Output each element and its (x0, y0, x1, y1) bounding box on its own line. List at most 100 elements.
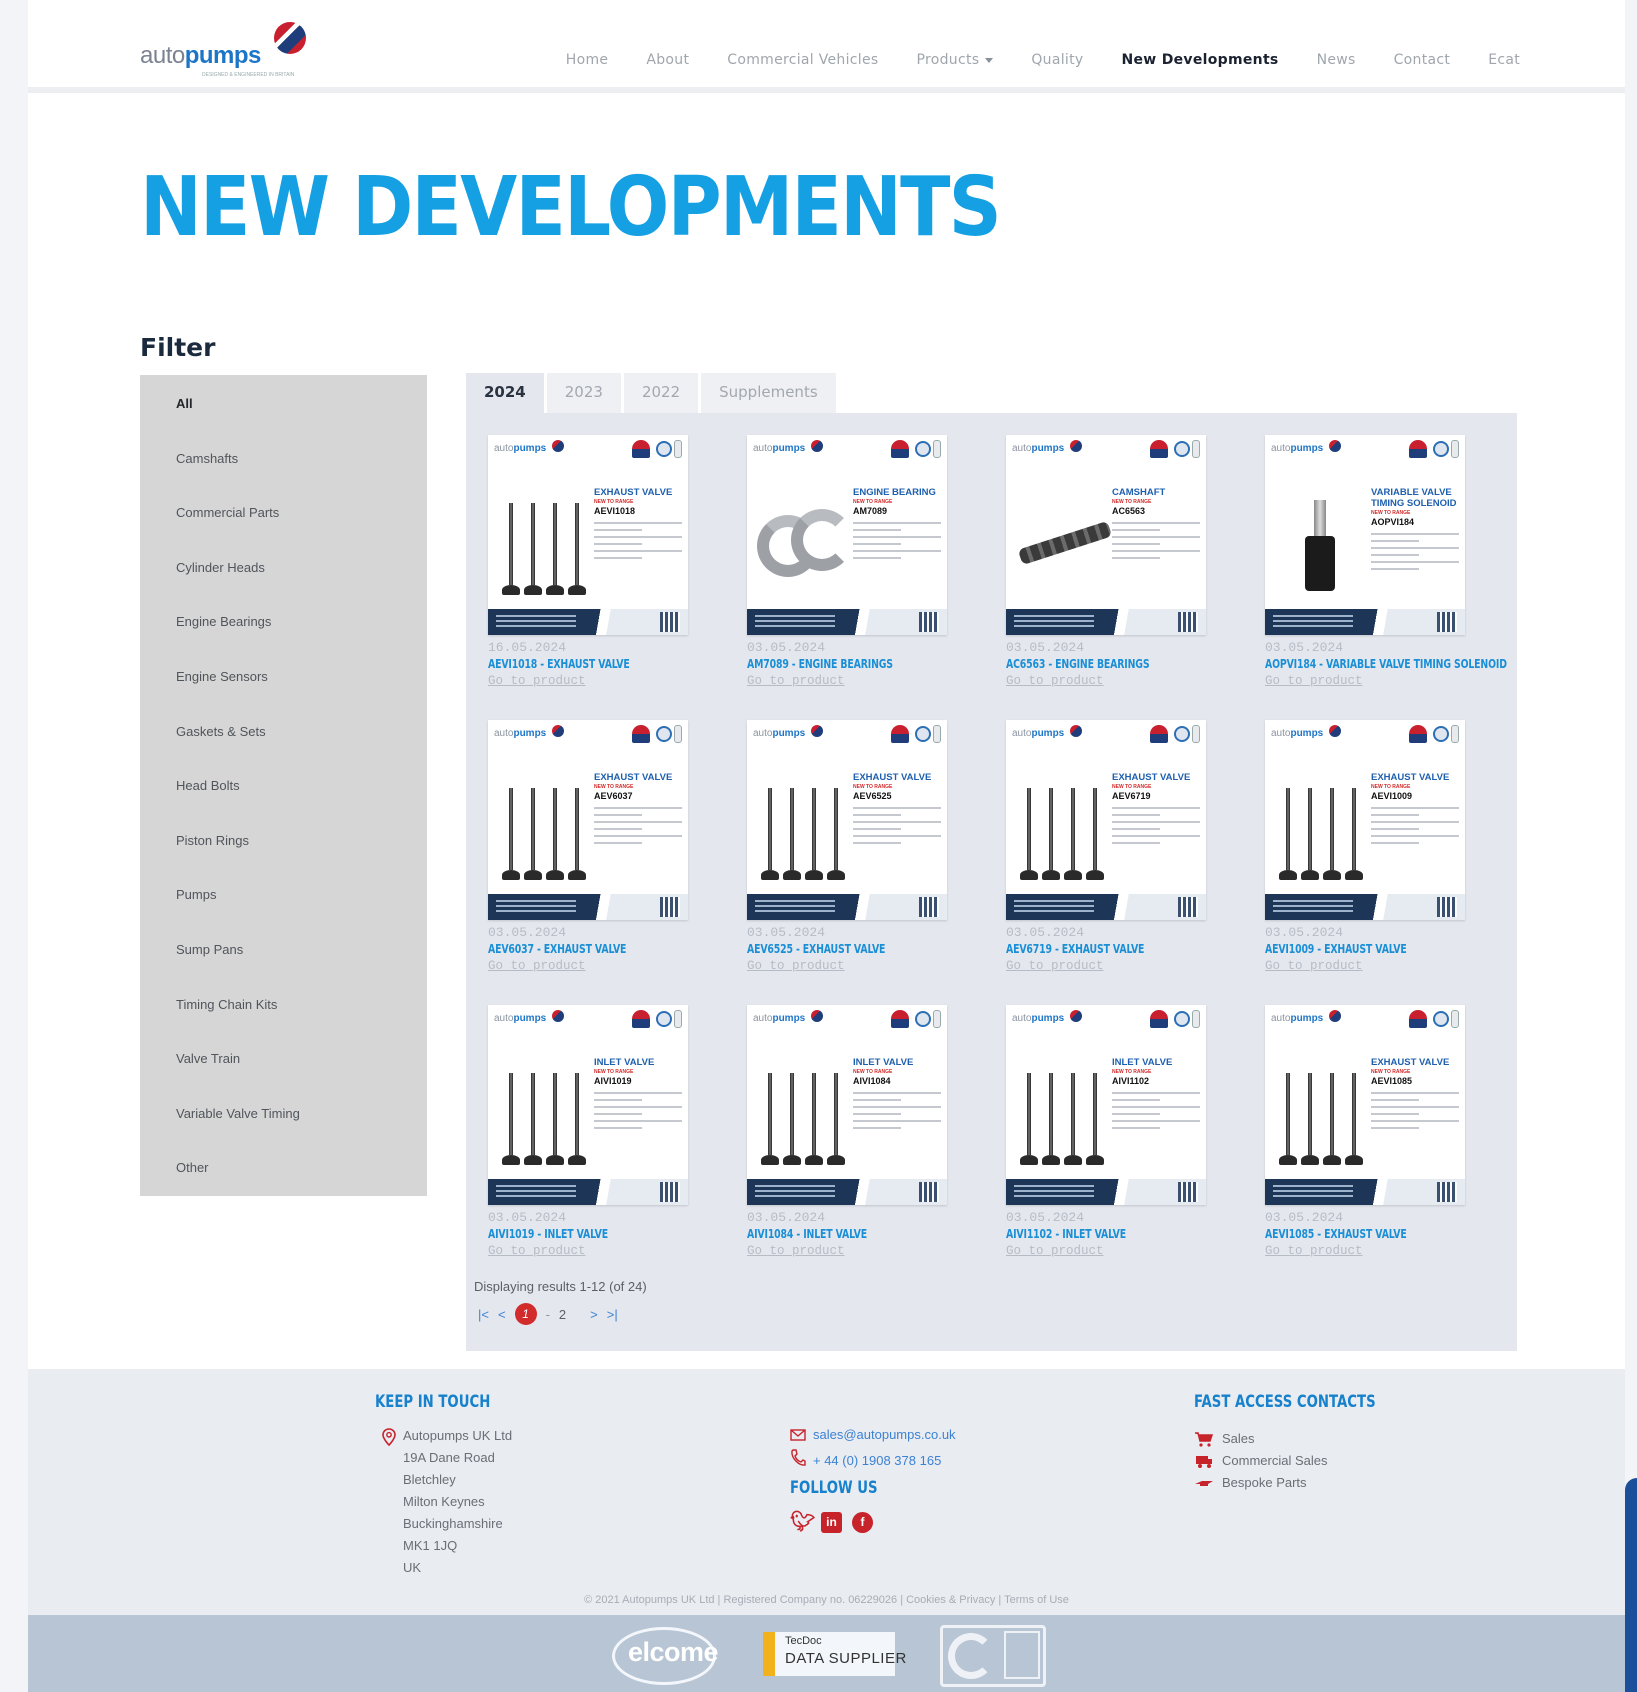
product-thumbnail[interactable]: autopumps EXHAUST VALVE NEW TO RANGE AEV… (1006, 720, 1206, 920)
product-title-link[interactable]: AIVI1019 - INLET VALVE (488, 1227, 608, 1241)
nav-about[interactable]: About (646, 52, 689, 68)
go-to-product-link[interactable]: Go to product (1006, 674, 1104, 688)
product-card[interactable]: autopumps EXHAUST VALVE NEW TO RANGE AEV… (1265, 720, 1470, 990)
product-thumbnail[interactable]: autopumps EXHAUST VALVE NEW TO RANGE AEV… (1265, 1005, 1465, 1205)
filter-heading: Filter (140, 333, 216, 362)
page-frame: autopumps DESIGNED & ENGINEERED IN BRITA… (28, 0, 1625, 1692)
nav-contact[interactable]: Contact (1394, 52, 1451, 68)
filter-item-engine-sensors[interactable]: Engine Sensors (140, 650, 427, 705)
go-to-product-link[interactable]: Go to product (1006, 1244, 1104, 1258)
linkedin-icon[interactable]: in (821, 1512, 842, 1533)
filter-item-cylinder-heads[interactable]: Cylinder Heads (140, 541, 427, 596)
go-to-product-link[interactable]: Go to product (1265, 1244, 1363, 1258)
product-title-link[interactable]: AEVI1009 - EXHAUST VALVE (1265, 942, 1407, 956)
product-thumbnail[interactable]: autopumps VARIABLE VALVE TIMING SOLENOID… (1265, 435, 1465, 635)
tab-2022[interactable]: 2022 (623, 373, 699, 413)
go-to-product-link[interactable]: Go to product (488, 1244, 586, 1258)
product-title-link[interactable]: AIVI1102 - INLET VALVE (1006, 1227, 1126, 1241)
last-page-button[interactable]: >| (607, 1307, 618, 1322)
product-card[interactable]: autopumps INLET VALVE NEW TO RANGE AIVI1… (1006, 1005, 1211, 1275)
product-image (498, 495, 588, 595)
product-thumbnail[interactable]: autopumps ENGINE BEARING NEW TO RANGE AM… (747, 435, 947, 635)
product-title-link[interactable]: AEVI1018 - EXHAUST VALVE (488, 657, 630, 671)
filter-item-camshafts[interactable]: Camshafts (140, 432, 427, 487)
product-thumbnail[interactable]: autopumps EXHAUST VALVE NEW TO RANGE AEV… (747, 720, 947, 920)
fast-access-sales[interactable]: Sales (1194, 1428, 1327, 1450)
nav-new-developments[interactable]: New Developments (1122, 52, 1279, 68)
product-thumbnail[interactable]: autopumps EXHAUST VALVE NEW TO RANGE AEV… (488, 435, 688, 635)
prev-page-button[interactable]: < (498, 1307, 506, 1322)
product-thumbnail[interactable]: autopumps EXHAUST VALVE NEW TO RANGE AEV… (1265, 720, 1465, 920)
filter-item-engine-bearings[interactable]: Engine Bearings (140, 595, 427, 650)
product-thumbnail[interactable]: autopumps INLET VALVE NEW TO RANGE AIVI1… (1006, 1005, 1206, 1205)
product-title-link[interactable]: AM7089 - ENGINE BEARINGS (747, 657, 893, 671)
tab-2024[interactable]: 2024 (466, 373, 544, 413)
product-title-link[interactable]: AIVI1084 - INLET VALVE (747, 1227, 867, 1241)
tab-supplements[interactable]: Supplements (701, 373, 836, 413)
product-card[interactable]: autopumps EXHAUST VALVE NEW TO RANGE AEV… (488, 720, 693, 990)
current-page[interactable]: 1 (514, 1303, 537, 1325)
filter-item-variable-valve-timing[interactable]: Variable Valve Timing (140, 1087, 427, 1142)
go-to-product-link[interactable]: Go to product (1265, 959, 1363, 973)
qr-code-icon (919, 1182, 939, 1202)
thumb-new-label: NEW TO RANGE (1371, 784, 1411, 790)
tab-2023[interactable]: 2023 (546, 373, 621, 413)
product-image (498, 1065, 588, 1165)
go-to-product-link[interactable]: Go to product (747, 1244, 845, 1258)
go-to-product-link[interactable]: Go to product (747, 674, 845, 688)
filter-item-timing-chain-kits[interactable]: Timing Chain Kits (140, 978, 427, 1033)
product-title-link[interactable]: AEVI1085 - EXHAUST VALVE (1265, 1227, 1407, 1241)
filter-item-sump-pans[interactable]: Sump Pans (140, 923, 427, 978)
filter-item-pumps[interactable]: Pumps (140, 868, 427, 923)
product-thumbnail[interactable]: autopumps INLET VALVE NEW TO RANGE AIVI1… (488, 1005, 688, 1205)
filter-item-commercial-parts[interactable]: Commercial Parts (140, 486, 427, 541)
product-card[interactable]: autopumps ENGINE BEARING NEW TO RANGE AM… (747, 435, 952, 705)
fast-access-bespoke-parts[interactable]: Bespoke Parts (1194, 1472, 1327, 1494)
phone-link[interactable]: + 44 (0) 1908 378 165 (813, 1453, 941, 1468)
nav-ecat[interactable]: Ecat (1488, 52, 1520, 68)
twitter-icon[interactable]: 🐦︎ (790, 1512, 815, 1533)
product-card[interactable]: autopumps EXHAUST VALVE NEW TO RANGE AEV… (1265, 1005, 1470, 1275)
product-card[interactable]: autopumps EXHAUST VALVE NEW TO RANGE AEV… (488, 435, 693, 705)
union-jack-ball-icon (552, 440, 564, 452)
go-to-product-link[interactable]: Go to product (747, 959, 845, 973)
thumb-product-code: AIVI1102 (1112, 1076, 1150, 1086)
site-logo[interactable]: autopumps DESIGNED & ENGINEERED IN BRITA… (140, 22, 310, 82)
product-card[interactable]: autopumps INLET VALVE NEW TO RANGE AIVI1… (488, 1005, 693, 1275)
product-card[interactable]: autopumps VARIABLE VALVE TIMING SOLENOID… (1265, 435, 1507, 705)
email-link[interactable]: sales@autopumps.co.uk (813, 1427, 956, 1442)
product-title-link[interactable]: AOPVI184 - VARIABLE VALVE TIMING SOLENOI… (1265, 657, 1507, 671)
go-to-product-link[interactable]: Go to product (1006, 959, 1104, 973)
go-to-product-link[interactable]: Go to product (488, 674, 586, 688)
product-card[interactable]: autopumps EXHAUST VALVE NEW TO RANGE AEV… (1006, 720, 1211, 990)
nav-commercial-vehicles[interactable]: Commercial Vehicles (727, 52, 878, 68)
product-title-link[interactable]: AC6563 - ENGINE BEARINGS (1006, 657, 1150, 671)
nav-products[interactable]: Products (917, 52, 994, 68)
nav-home[interactable]: Home (566, 52, 609, 68)
page-2-link[interactable]: 2 (559, 1307, 566, 1322)
next-page-button[interactable]: > (590, 1307, 598, 1322)
first-page-button[interactable]: |< (478, 1307, 489, 1322)
product-card[interactable]: autopumps CAMSHAFT NEW TO RANGE AC6563 0… (1006, 435, 1211, 705)
valve-shape (761, 1073, 779, 1165)
filter-item-valve-train[interactable]: Valve Train (140, 1032, 427, 1087)
nav-news[interactable]: News (1317, 52, 1356, 68)
product-thumbnail[interactable]: autopumps CAMSHAFT NEW TO RANGE AC6563 (1006, 435, 1206, 635)
product-title-link[interactable]: AEV6525 - EXHAUST VALVE (747, 942, 885, 956)
product-thumbnail[interactable]: autopumps EXHAUST VALVE NEW TO RANGE AEV… (488, 720, 688, 920)
filter-item-piston-rings[interactable]: Piston Rings (140, 814, 427, 869)
filter-item-head-bolts[interactable]: Head Bolts (140, 759, 427, 814)
product-title-link[interactable]: AEV6719 - EXHAUST VALVE (1006, 942, 1144, 956)
filter-item-other[interactable]: Other (140, 1141, 427, 1196)
product-card[interactable]: autopumps INLET VALVE NEW TO RANGE AIVI1… (747, 1005, 952, 1275)
product-thumbnail[interactable]: autopumps INLET VALVE NEW TO RANGE AIVI1… (747, 1005, 947, 1205)
filter-item-gaskets-sets[interactable]: Gaskets & Sets (140, 705, 427, 760)
go-to-product-link[interactable]: Go to product (488, 959, 586, 973)
go-to-product-link[interactable]: Go to product (1265, 674, 1363, 688)
filter-item-all[interactable]: All (140, 377, 427, 432)
fast-access-commercial-sales[interactable]: Commercial Sales (1194, 1450, 1327, 1472)
product-title-link[interactable]: AEV6037 - EXHAUST VALVE (488, 942, 626, 956)
nav-quality[interactable]: Quality (1031, 52, 1083, 68)
product-card[interactable]: autopumps EXHAUST VALVE NEW TO RANGE AEV… (747, 720, 952, 990)
facebook-icon[interactable]: f (852, 1512, 873, 1533)
